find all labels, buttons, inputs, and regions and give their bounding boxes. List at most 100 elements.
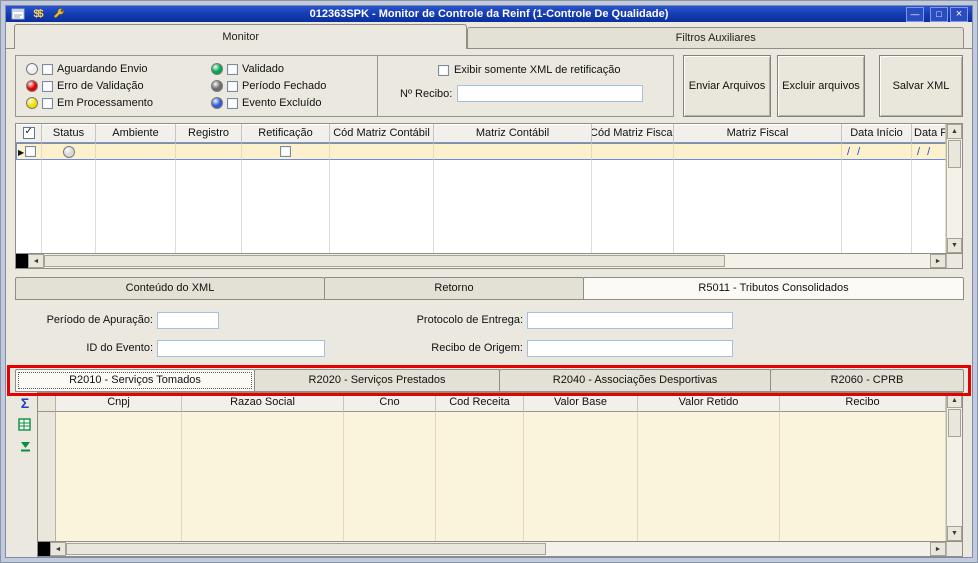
cell-data-inicio[interactable]: / /	[842, 143, 912, 160]
legend-column-2: Validado Período Fechado Evento Excluído	[211, 62, 361, 110]
scroll-up-icon[interactable]	[947, 124, 962, 139]
tab-filtros-auxiliares[interactable]: Filtros Auxiliares	[467, 27, 964, 48]
tab-r2040-associacoes-desportivas[interactable]: R2040 - Associações Desportivas	[499, 369, 771, 392]
events-grid: Status Ambiente Registro Retificação Cód…	[15, 123, 963, 254]
col-header-valor-retido[interactable]: Valor Retido	[638, 393, 780, 412]
vscroll-track[interactable]	[947, 169, 962, 238]
recibo-origem-input[interactable]	[527, 339, 733, 357]
col-header-cno[interactable]: Cno	[344, 393, 436, 412]
grid-splitter-handle[interactable]	[16, 254, 28, 268]
tab-r5011-tributos-consolidados[interactable]: R5011 - Tributos Consolidados	[583, 277, 964, 300]
col-header-cod-receita[interactable]: Cod Receita	[436, 393, 524, 412]
vscroll-thumb[interactable]	[948, 409, 961, 437]
tab-r2060-cprb[interactable]: R2060 - CPRB	[770, 369, 964, 392]
legend-checkbox-erro[interactable]	[42, 80, 53, 92]
legend-column-1: Aguardando Envio Erro de Validação Em Pr…	[26, 62, 201, 110]
action-buttons: Enviar Arquivos Excluir arquivos Salvar …	[674, 55, 963, 117]
scroll-left-icon[interactable]	[28, 254, 44, 268]
grid-splitter-handle[interactable]	[38, 542, 50, 556]
protocolo-entrega-input[interactable]	[527, 311, 733, 329]
vscroll-thumb[interactable]	[948, 140, 961, 168]
cell-data-fim[interactable]: / /	[912, 143, 946, 160]
r-event-tabbar: R2010 - Serviços Tomados R2020 - Serviço…	[15, 369, 964, 392]
col-header-data-fim[interactable]: Data Fim	[912, 124, 946, 143]
cell-cod-matriz-contabil[interactable]	[330, 143, 434, 160]
tab-conteudo-xml[interactable]: Conteúdo do XML	[15, 277, 325, 300]
cell-retificacao[interactable]	[242, 143, 330, 160]
r-tabs-wrap: R2010 - Serviços Tomados R2020 - Serviço…	[7, 365, 971, 396]
go-last-icon[interactable]	[17, 439, 33, 454]
retificacao-checkbox[interactable]	[280, 146, 291, 157]
periodo-apuracao-label: Período de Apuração:	[46, 314, 153, 326]
col-header-matriz-contabil[interactable]: Matriz Contábil	[434, 124, 592, 143]
maximize-icon[interactable]	[930, 6, 948, 22]
id-evento-label: ID do Evento:	[86, 342, 153, 354]
legend-checkbox-aguardando[interactable]	[42, 63, 53, 75]
scroll-down-icon[interactable]	[947, 526, 962, 541]
scroll-down-icon[interactable]	[947, 238, 962, 253]
excluir-arquivos-button[interactable]: Excluir arquivos	[777, 55, 865, 117]
grid-body-column	[96, 160, 176, 253]
select-all-header[interactable]	[16, 124, 42, 143]
xml-retificacao-checkbox[interactable]	[438, 64, 449, 76]
scroll-up-icon[interactable]	[947, 393, 962, 408]
tab-r2010-servicos-tomados[interactable]: R2010 - Serviços Tomados	[15, 369, 255, 392]
id-evento-input[interactable]	[157, 339, 325, 357]
legend-checkbox-excluido[interactable]	[227, 97, 238, 109]
recibo-label: Nº Recibo:	[400, 87, 453, 100]
events-grid-table: Status Ambiente Registro Retificação Cód…	[16, 124, 946, 253]
col-header-registro[interactable]: Registro	[176, 124, 242, 143]
hscroll-thumb[interactable]	[44, 255, 726, 267]
col-header-razao-social[interactable]: Razao Social	[182, 393, 344, 412]
monitor-panel: Aguardando Envio Erro de Validação Em Pr…	[6, 48, 972, 557]
row-selector-cell[interactable]	[16, 143, 42, 160]
cell-matriz-contabil[interactable]	[434, 143, 592, 160]
col-header-cod-matriz-contabil[interactable]: Cód Matriz Contábil	[330, 124, 434, 143]
legend-checkbox-fechado[interactable]	[227, 80, 238, 92]
periodo-apuracao-input[interactable]	[157, 311, 219, 329]
grid-body-column	[16, 160, 42, 253]
col-header-valor-base[interactable]: Valor Base	[524, 393, 638, 412]
status-ball-gray	[211, 80, 223, 92]
cell-cod-matriz-fiscal[interactable]	[592, 143, 674, 160]
hscroll-track[interactable]	[546, 542, 930, 556]
legend-checkbox-processamento[interactable]	[42, 97, 53, 109]
col-header-ambiente[interactable]: Ambiente	[96, 124, 176, 143]
cell-matriz-fiscal[interactable]	[674, 143, 842, 160]
sum-icon[interactable]	[17, 395, 33, 410]
salvar-xml-button[interactable]: Salvar XML	[879, 55, 963, 117]
cell-registro[interactable]	[176, 143, 242, 160]
cell-status[interactable]	[42, 143, 96, 160]
current-row-marker-icon	[18, 146, 24, 158]
scroll-left-icon[interactable]	[50, 542, 66, 556]
status-ball-green	[211, 63, 223, 75]
tab-r5011-label: R5011 - Tributos Consolidados	[698, 282, 849, 294]
legend-periodo-fechado: Período Fechado	[211, 79, 361, 93]
tab-monitor[interactable]: Monitor	[14, 24, 468, 49]
enviar-arquivos-button[interactable]: Enviar Arquivos	[683, 55, 771, 117]
grid-body-column	[674, 160, 842, 253]
close-icon[interactable]	[950, 6, 968, 22]
row-checkbox[interactable]	[25, 146, 37, 157]
col-header-cnpj[interactable]: Cnpj	[56, 393, 182, 412]
tab-retorno[interactable]: Retorno	[324, 277, 584, 300]
hscroll-track[interactable]	[725, 254, 930, 268]
col-header-recibo[interactable]: Recibo	[780, 393, 946, 412]
tab-r2020-servicos-prestados[interactable]: R2020 - Serviços Prestados	[254, 369, 500, 392]
legend-checkbox-validado[interactable]	[227, 63, 238, 75]
minimize-icon[interactable]	[906, 6, 924, 22]
col-header-cod-matriz-fiscal[interactable]: Cód Matriz Fiscal	[592, 124, 674, 143]
col-header-data-inicio[interactable]: Data Início	[842, 124, 912, 143]
col-header-matriz-fiscal[interactable]: Matriz Fiscal	[674, 124, 842, 143]
vscroll-track[interactable]	[947, 438, 962, 526]
recibo-input[interactable]	[457, 85, 644, 102]
scroll-right-icon[interactable]	[930, 542, 946, 556]
r2010-grid: Cnpj Razao Social Cno Cod Receita Valor …	[37, 392, 963, 542]
status-legend: Aguardando Envio Erro de Validação Em Pr…	[15, 55, 378, 117]
scroll-right-icon[interactable]	[930, 254, 946, 268]
col-header-retificacao[interactable]: Retificação	[242, 124, 330, 143]
cell-ambiente[interactable]	[96, 143, 176, 160]
hscroll-thumb[interactable]	[66, 543, 547, 555]
col-header-status[interactable]: Status	[42, 124, 96, 143]
export-grid-icon[interactable]	[17, 417, 33, 432]
